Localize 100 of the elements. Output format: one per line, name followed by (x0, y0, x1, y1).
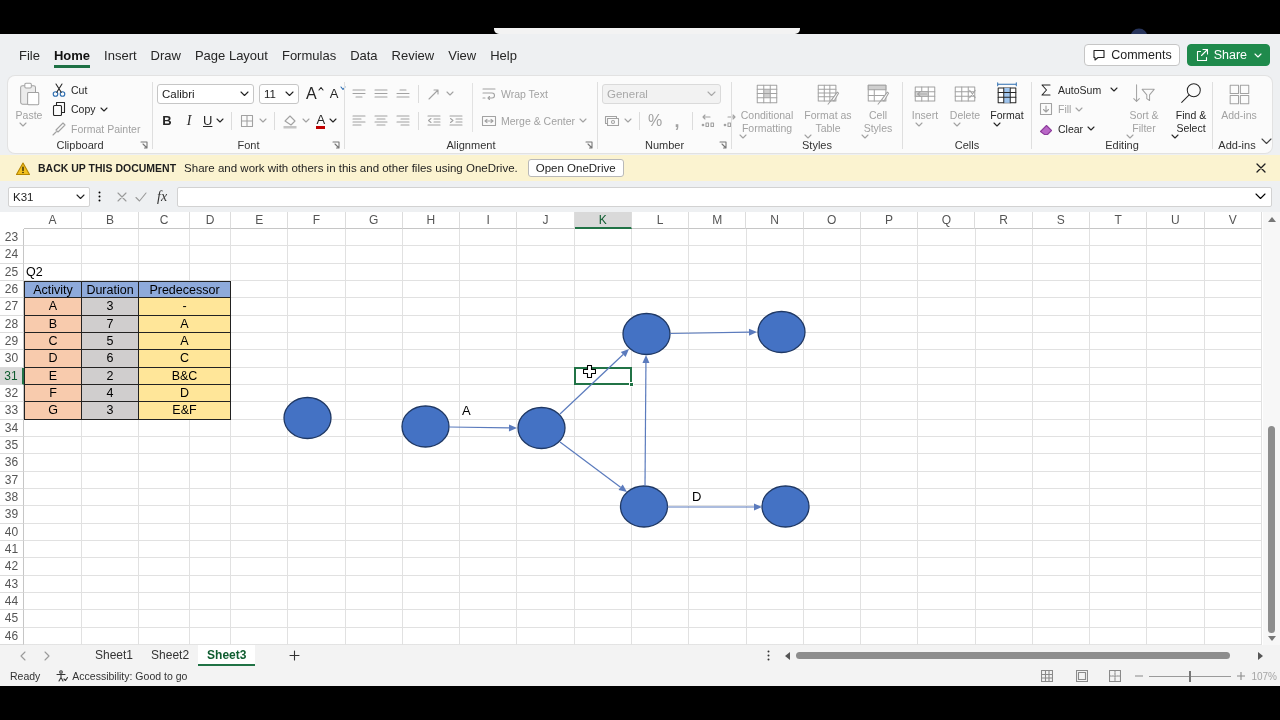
copy-button[interactable]: Copy (49, 99, 110, 119)
bold-button[interactable]: B (157, 109, 177, 132)
format-button[interactable]: Format (987, 79, 1027, 127)
ribbon-tab[interactable]: Home (53, 42, 91, 68)
row-header[interactable]: 30 (0, 350, 24, 368)
vertical-dots-icon[interactable] (767, 650, 770, 661)
grid-icon[interactable] (1041, 670, 1054, 682)
ribbon-tab[interactable]: Formulas (281, 42, 337, 68)
underline-button[interactable]: U (201, 109, 227, 132)
row-header[interactable]: 27 (0, 298, 24, 316)
column-header[interactable]: I (460, 212, 518, 229)
column-header[interactable]: K (574, 212, 632, 229)
vertical-dots-icon[interactable] (98, 191, 101, 202)
search-field[interactable] (494, 28, 800, 34)
chevron-right-icon[interactable] (44, 650, 50, 661)
chevron-down-icon[interactable] (1261, 138, 1272, 145)
triangle-left-icon[interactable] (785, 651, 790, 660)
shrink-font-button[interactable]: A (327, 82, 348, 105)
sheet-tab[interactable]: Sheet3 (198, 645, 256, 666)
table-cell: D (24, 350, 82, 368)
column-header[interactable]: L (631, 212, 690, 229)
close-icon[interactable] (1256, 163, 1266, 173)
edge-label: A (462, 403, 471, 418)
row-header[interactable]: 39 (0, 506, 24, 524)
column-header[interactable]: N (746, 212, 804, 229)
column-header[interactable]: U (1147, 212, 1205, 229)
table-header-cell: Predecessor (139, 281, 231, 299)
column-header[interactable]: D (190, 212, 231, 229)
sheet-tab[interactable]: Sheet2 (142, 645, 199, 666)
ribbon-tab[interactable]: Review (391, 42, 435, 68)
column-header[interactable]: V (1204, 212, 1262, 229)
column-header[interactable]: C (139, 212, 190, 229)
font-size-dropdown[interactable]: 11 (259, 83, 299, 104)
find-select-button[interactable]: Find & Select (1168, 79, 1214, 139)
italic-button[interactable]: I (179, 109, 199, 132)
comments-button[interactable]: Comments (1084, 44, 1180, 66)
ribbon-tab[interactable]: File (19, 42, 40, 68)
autosum-button[interactable]: AutoSum (1036, 80, 1120, 100)
x-mark-icon[interactable] (117, 191, 127, 202)
column-header[interactable]: F (288, 212, 346, 229)
ribbon-tab[interactable]: Data (350, 42, 378, 68)
scissors-icon (51, 81, 67, 98)
accessibility-button[interactable]: Accessibility: Good to go (56, 670, 188, 682)
scrollbar-thumb[interactable] (1268, 426, 1275, 633)
triangle-down-icon[interactable] (1267, 636, 1276, 641)
font-name-dropdown[interactable]: Calibri (157, 83, 254, 104)
row-header[interactable]: 45 (0, 610, 24, 628)
row-header[interactable]: 24 (0, 246, 24, 264)
column-header[interactable]: H (402, 212, 461, 229)
triangle-right-icon[interactable] (1258, 651, 1263, 660)
chevron-left-icon[interactable] (20, 650, 26, 661)
triangle-up-icon[interactable] (1267, 217, 1276, 222)
open-onedrive-button[interactable]: Open OneDrive (527, 159, 624, 177)
column-header[interactable]: B (82, 212, 139, 229)
column-header[interactable]: O (803, 212, 861, 229)
column-header[interactable]: P (860, 212, 919, 229)
row-header[interactable]: 36 (0, 454, 24, 472)
column-header[interactable]: A (24, 212, 82, 229)
corner-arrow-icon[interactable] (332, 141, 340, 149)
corner-arrow-icon[interactable] (140, 141, 148, 149)
sheet-tab[interactable]: Sheet1 (86, 645, 143, 666)
dashed-grid-icon[interactable] (1109, 670, 1122, 682)
column-header[interactable]: S (1032, 212, 1090, 229)
table-cell: G (24, 402, 82, 420)
cut-button[interactable]: Cut (49, 80, 90, 100)
font-color-button[interactable]: A (314, 109, 340, 132)
column-header[interactable]: G (345, 212, 403, 229)
corner-arrow-icon[interactable] (585, 141, 593, 149)
ribbon-tab[interactable]: Insert (104, 42, 137, 68)
column-header[interactable]: J (517, 212, 575, 229)
name-box[interactable]: K31 (8, 186, 90, 207)
chevron-down-icon[interactable] (1255, 193, 1266, 200)
fill-handle[interactable] (628, 381, 634, 387)
row-header[interactable]: 23 (0, 229, 24, 247)
plus-icon[interactable] (289, 650, 301, 661)
corner-arrow-icon[interactable] (719, 141, 727, 149)
ribbon-tab[interactable]: Page Layout (194, 42, 268, 68)
ribbon-tab[interactable]: View (448, 42, 477, 68)
ribbon-tab[interactable]: Help (490, 42, 517, 68)
formula-input[interactable] (177, 186, 1272, 207)
column-header[interactable]: M (689, 212, 747, 229)
table-cell: 6 (82, 350, 139, 368)
column-header[interactable]: R (975, 212, 1033, 229)
check-icon[interactable] (135, 191, 147, 202)
nested-square-icon[interactable] (1076, 670, 1089, 682)
grow-font-button[interactable]: A (304, 82, 326, 105)
column-header[interactable]: E (231, 212, 289, 229)
row-header[interactable]: 33 (0, 402, 24, 420)
ribbon-tab[interactable]: Draw (150, 42, 181, 68)
column-header[interactable]: Q (918, 212, 976, 229)
scrollbar-thumb[interactable] (796, 652, 1230, 659)
clear-button[interactable]: Clear (1036, 119, 1098, 139)
align-right-icon (395, 112, 411, 129)
slider-thumb[interactable] (1189, 670, 1192, 682)
share-button[interactable]: Share (1186, 44, 1270, 66)
row-header[interactable]: 42 (0, 558, 24, 576)
insert-function-button[interactable]: fx (155, 188, 170, 205)
table-cell: C (139, 350, 231, 368)
minus-icon[interactable] (1135, 672, 1144, 680)
column-header[interactable]: T (1090, 212, 1148, 229)
